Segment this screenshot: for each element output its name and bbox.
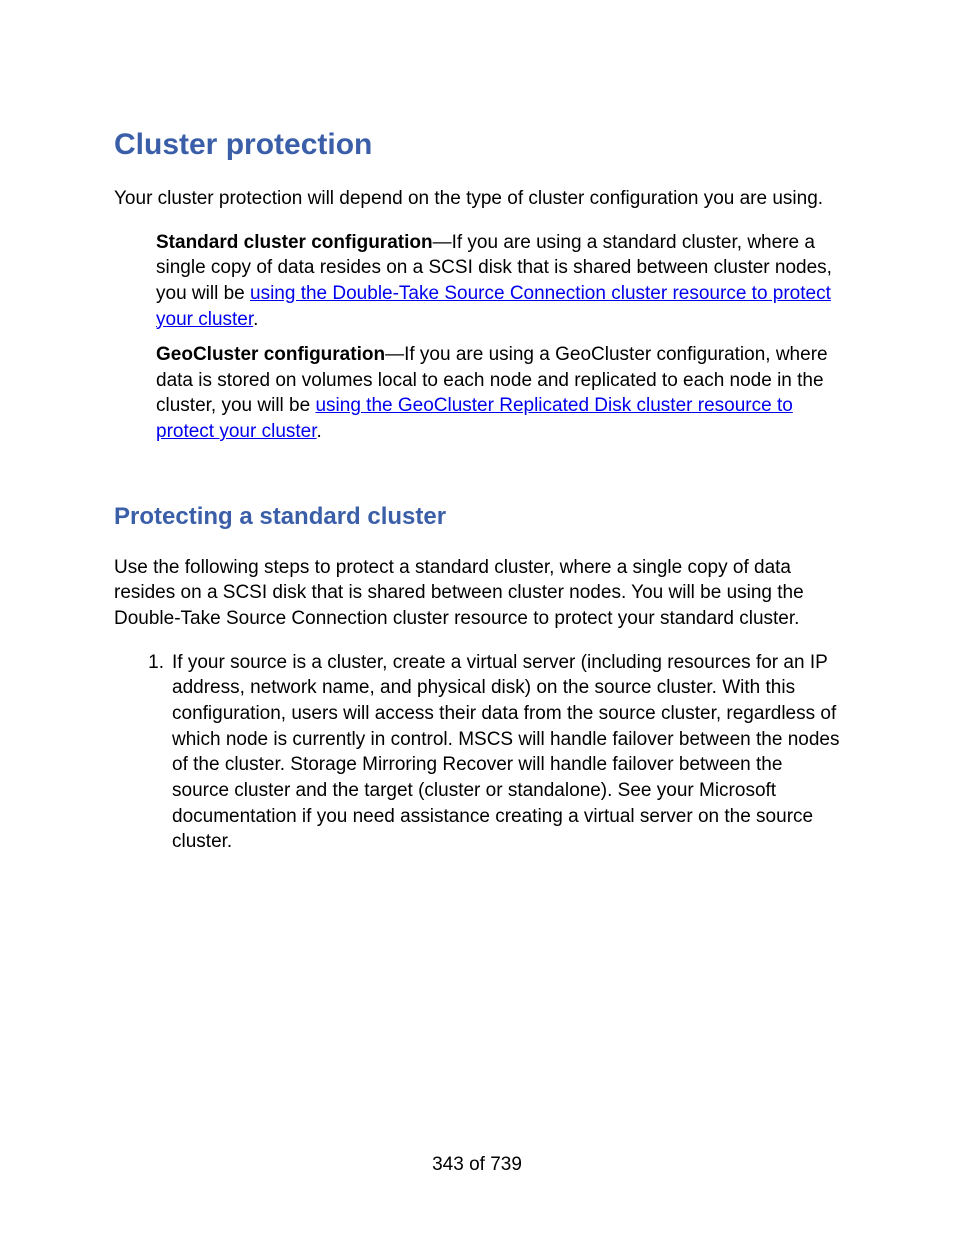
step-number: 1. <box>144 650 172 855</box>
protecting-intro-paragraph: Use the following steps to protect a sta… <box>114 555 844 632</box>
section-heading: Protecting a standard cluster <box>114 503 844 531</box>
list-item: 1. If your source is a cluster, create a… <box>144 650 844 855</box>
standard-dash: — <box>433 232 452 253</box>
step-text: If your source is a cluster, create a vi… <box>172 650 844 855</box>
geo-config-label: GeoCluster configuration <box>156 344 385 365</box>
intro-paragraph: Your cluster protection will depend on t… <box>114 186 844 212</box>
page-title: Cluster protection <box>114 128 844 162</box>
steps-list: 1. If your source is a cluster, create a… <box>144 650 844 855</box>
standard-config-block: Standard cluster configuration—If you ar… <box>156 230 844 333</box>
standard-text-after: . <box>253 309 258 330</box>
geo-text-after: . <box>317 421 322 442</box>
page-footer: 343 of 739 <box>0 1154 954 1176</box>
geo-config-block: GeoCluster configuration—If you are usin… <box>156 342 844 445</box>
standard-config-label: Standard cluster configuration <box>156 232 433 253</box>
geo-dash: — <box>385 344 404 365</box>
